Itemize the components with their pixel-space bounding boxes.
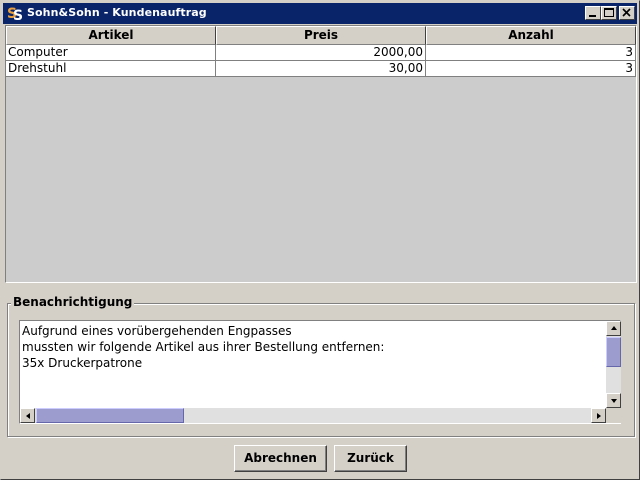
close-button[interactable] [619,6,635,20]
order-table[interactable]: Artikel Preis Anzahl Computer 2000,00 3 … [5,25,637,283]
notification-title: Benachrichtigung [11,295,135,309]
scroll-right-button[interactable] [591,408,606,423]
svg-text:S: S [13,8,23,22]
column-header-artikel[interactable]: Artikel [6,26,216,45]
column-header-preis[interactable]: Preis [216,26,426,45]
maximize-icon [604,8,614,17]
app-window: S S Sohn&Sohn - Kundenauftrag Artikel Pr… [0,0,640,480]
scrollbar-corner [606,408,621,423]
cell-artikel: Drehstuhl [6,61,216,77]
maximize-button[interactable] [601,6,617,20]
column-header-anzahl[interactable]: Anzahl [426,26,636,45]
vertical-scroll-thumb[interactable] [606,337,621,367]
minimize-icon [589,15,596,17]
arrow-left-icon [26,413,30,419]
horizontal-scroll-thumb[interactable] [36,408,184,423]
notification-textarea[interactable]: Aufgrund eines vorübergehenden Engpasses… [19,320,621,424]
checkout-button[interactable]: Abrechnen [234,445,327,472]
horizontal-scrollbar[interactable] [20,408,606,423]
app-logo-icon: S S [6,5,24,22]
minimize-button[interactable] [585,6,601,20]
table-row[interactable]: Computer 2000,00 3 [6,45,636,61]
title-bar[interactable]: S S Sohn&Sohn - Kundenauftrag [3,3,637,24]
arrow-up-icon [611,326,617,330]
close-icon [622,8,631,17]
cell-anzahl: 3 [426,61,636,77]
cell-artikel: Computer [6,45,216,61]
cell-anzahl: 3 [426,45,636,61]
arrow-down-icon [611,399,617,403]
scroll-up-button[interactable] [606,321,621,336]
window-title: Sohn&Sohn - Kundenauftrag [27,6,207,19]
vertical-scrollbar[interactable] [606,321,621,408]
table-header: Artikel Preis Anzahl [6,26,636,45]
cell-preis: 2000,00 [216,45,426,61]
arrow-right-icon [597,413,601,419]
scroll-left-button[interactable] [20,408,35,423]
table-row[interactable]: Drehstuhl 30,00 3 [6,61,636,77]
back-button[interactable]: Zurück [334,445,407,472]
scroll-down-button[interactable] [606,393,621,408]
cell-preis: 30,00 [216,61,426,77]
notification-text[interactable]: Aufgrund eines vorübergehenden Engpasses… [22,323,602,407]
